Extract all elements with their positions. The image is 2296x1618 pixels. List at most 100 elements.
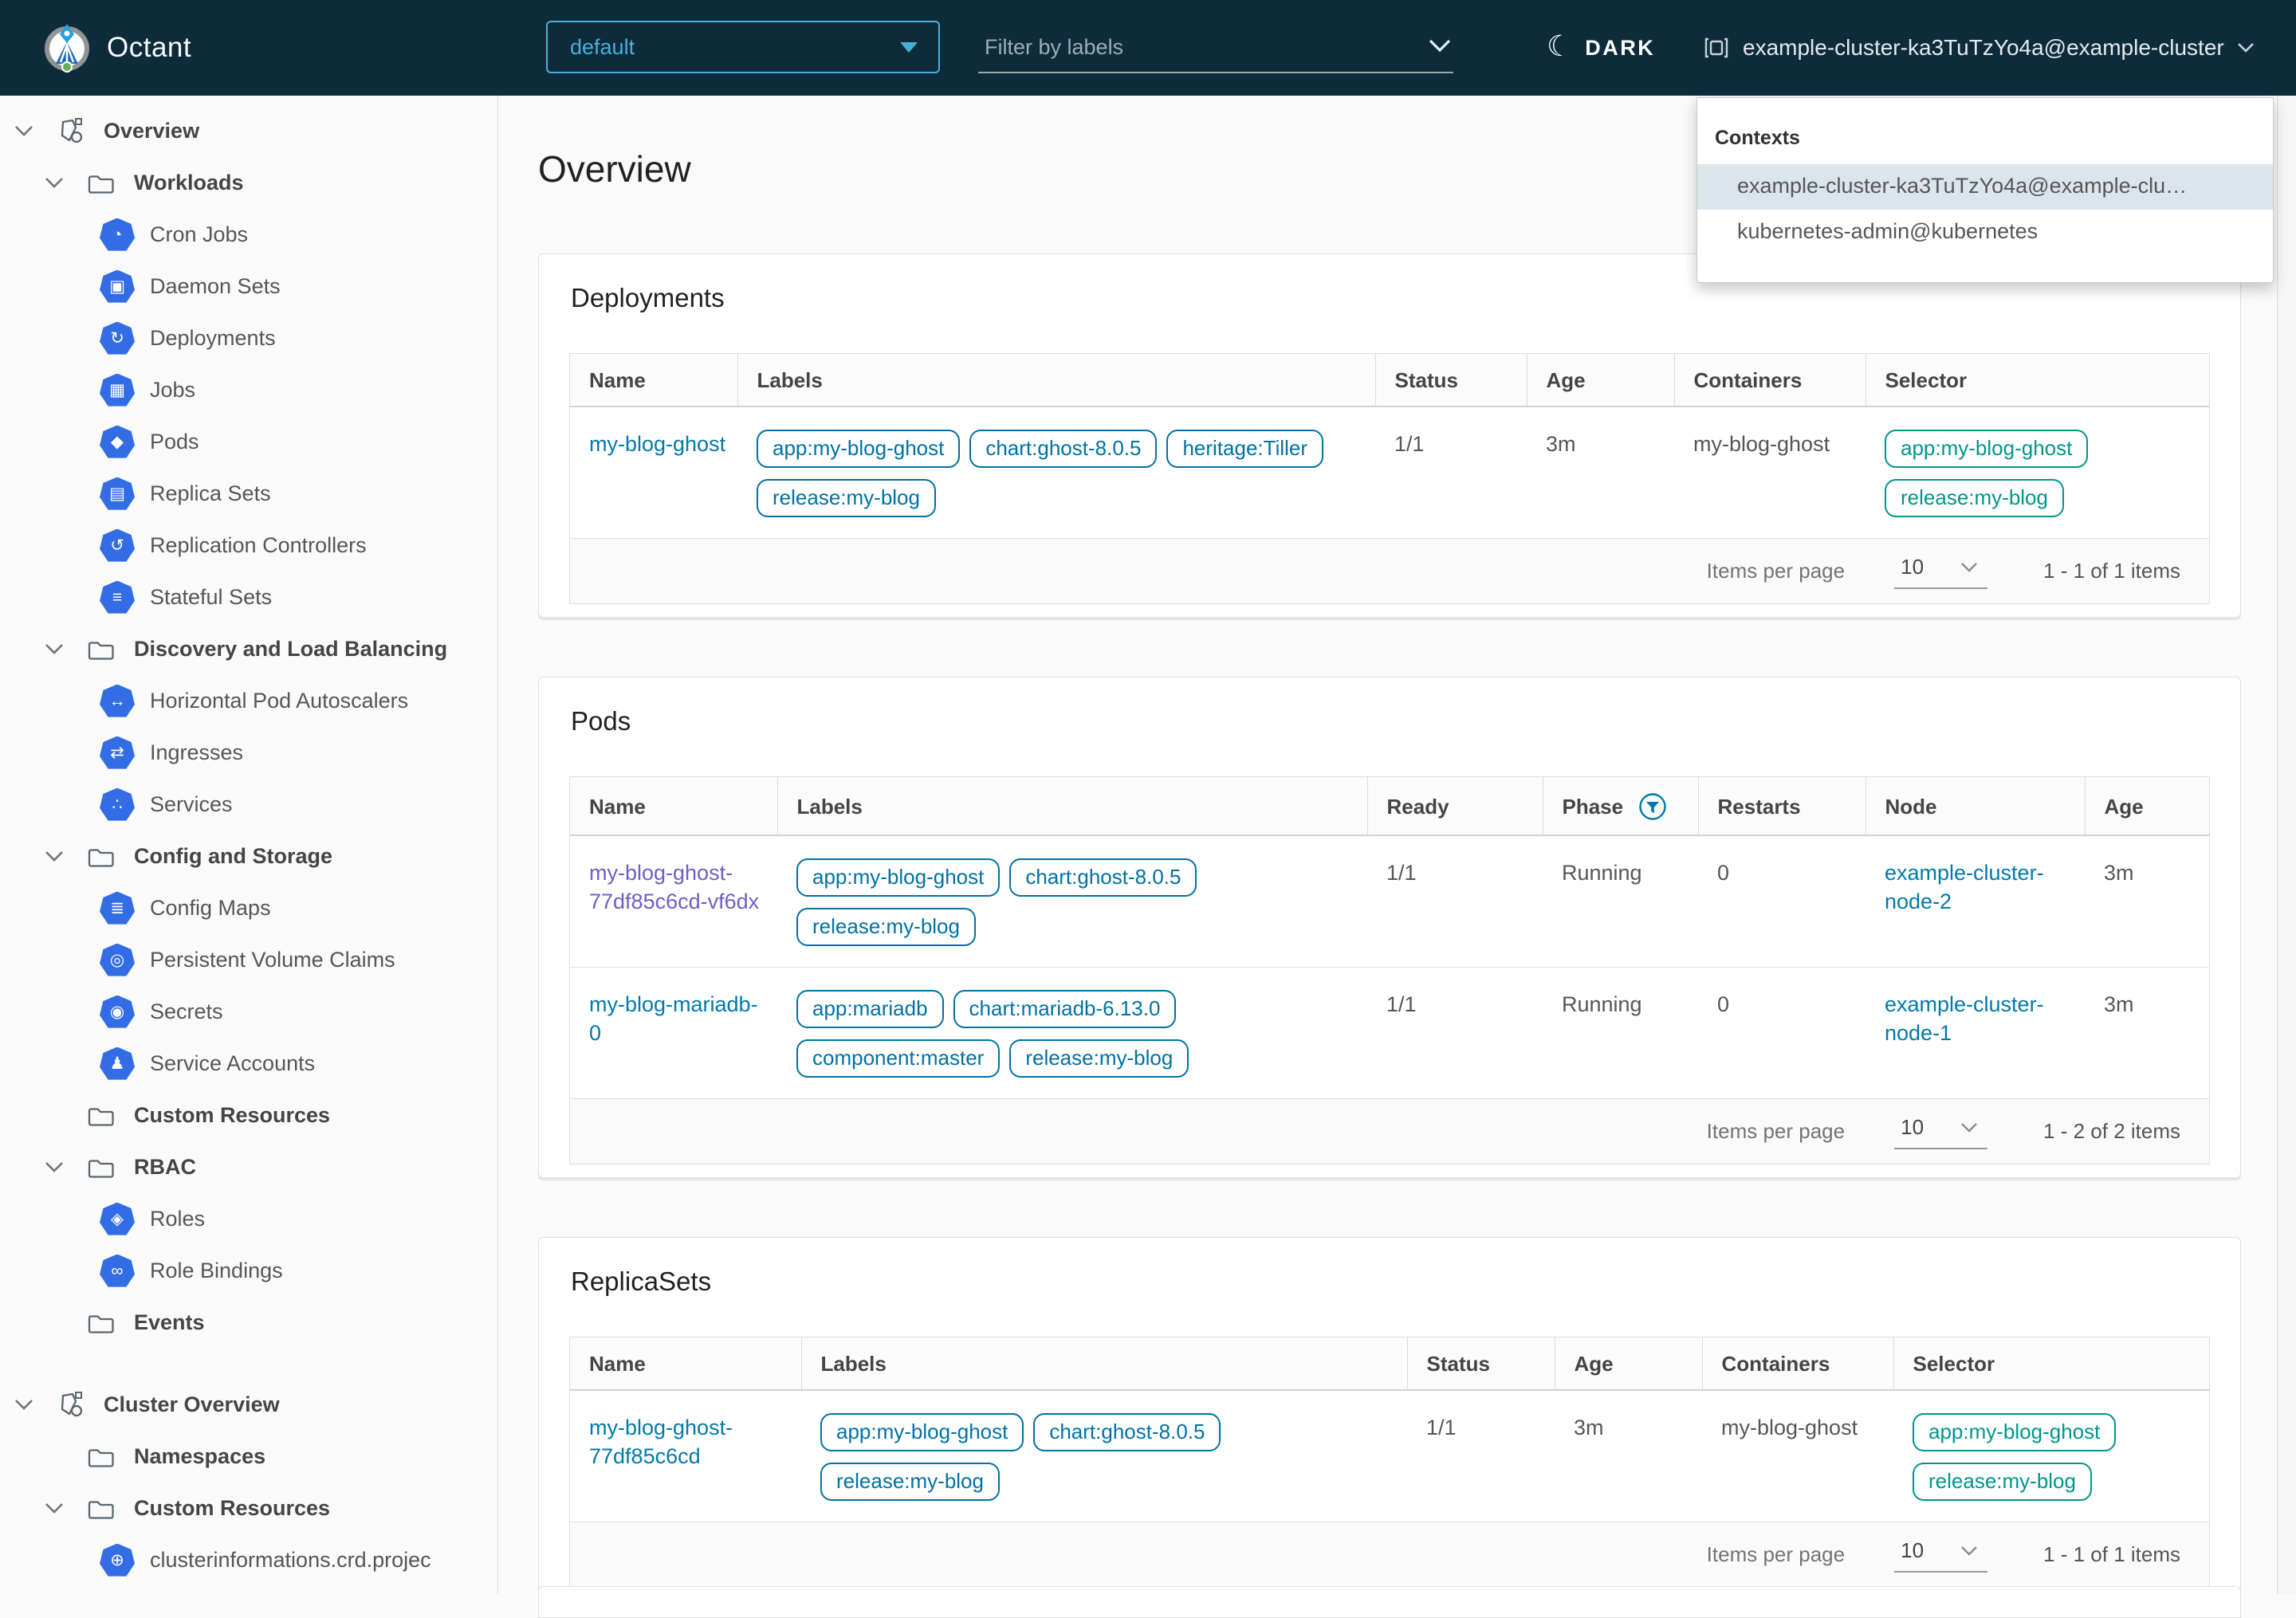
label-tag[interactable]: release:my-blog bbox=[1009, 1039, 1189, 1078]
pod-icon: ◆ bbox=[100, 426, 135, 459]
sidebar-item-workloads[interactable]: Workloads bbox=[0, 157, 497, 209]
selector-list: app:my-blog-ghost release:my-blog bbox=[1885, 430, 2198, 517]
sidebar-item-daemon-sets[interactable]: ▣Daemon Sets bbox=[0, 261, 497, 312]
chevron-down-icon[interactable] bbox=[45, 643, 64, 655]
octant-logo-icon bbox=[41, 14, 92, 83]
node-link[interactable]: example-cluster-node-2 bbox=[1885, 861, 2044, 913]
sidebar-item-label: Cluster Overview bbox=[104, 1392, 280, 1417]
labels-list: app:my-blog-ghostchart:ghost-8.0.5 releas… bbox=[796, 858, 1356, 946]
sidebar-item-services[interactable]: ∴Services bbox=[0, 779, 497, 831]
chevron-down-icon[interactable] bbox=[1428, 38, 1452, 53]
sidebar-item-horizontal-pod-autoscalers[interactable]: ↔Horizontal Pod Autoscalers bbox=[0, 675, 497, 727]
sidebar-item-label: Replication Controllers bbox=[150, 533, 367, 558]
chevron-down-icon[interactable] bbox=[14, 125, 33, 137]
dropdown-triangle-icon bbox=[900, 42, 918, 53]
sidebar-item-label: Namespaces bbox=[134, 1444, 265, 1469]
label-tag[interactable]: chart:ghost-8.0.5 bbox=[1009, 858, 1197, 897]
label-tag[interactable]: app:my-blog-ghost bbox=[820, 1413, 1024, 1451]
label-tag[interactable]: chart:ghost-8.0.5 bbox=[969, 430, 1157, 468]
sidebar-item-custom-resources[interactable]: Custom Resources bbox=[0, 1483, 497, 1534]
label-tag[interactable]: app:my-blog-ghost bbox=[757, 430, 960, 468]
resource-link[interactable]: my-blog-ghost bbox=[589, 432, 725, 456]
label-tag[interactable]: release:my-blog bbox=[796, 908, 976, 946]
label-tag[interactable]: chart:mariadb-6.13.0 bbox=[953, 990, 1177, 1028]
context-selector[interactable]: example-cluster-ka3TuTzYo4a@example-clus… bbox=[1703, 0, 2255, 96]
sidebar-item-clusterinformations-crd-projec[interactable]: ⊕clusterinformations.crd.projec bbox=[0, 1534, 497, 1586]
page-size-select[interactable]: 10 bbox=[1894, 553, 1987, 589]
page-size-select[interactable]: 10 bbox=[1894, 1537, 1987, 1573]
sidebar-item-label: Config and Storage bbox=[134, 844, 332, 869]
label-tag[interactable]: heritage:Tiller bbox=[1166, 430, 1323, 468]
context-option[interactable]: example-cluster-ka3TuTzYo4a@example-clu… bbox=[1697, 164, 2273, 210]
replicationcontroller-icon: ↺ bbox=[100, 529, 135, 563]
chevron-down-icon[interactable] bbox=[45, 850, 64, 862]
sidebar-item-overview[interactable]: Overview bbox=[0, 105, 497, 157]
pagination-footer: Items per page101 - 1 of 1 items bbox=[570, 538, 2209, 603]
sidebar-item-label: Custom Resources bbox=[134, 1103, 330, 1128]
sidebar-item-config-maps[interactable]: ≣Config Maps bbox=[0, 882, 497, 934]
selector-tag[interactable]: app:my-blog-ghost bbox=[1913, 1413, 2116, 1451]
node-link[interactable]: example-cluster-node-1 bbox=[1885, 992, 2044, 1045]
theme-toggle[interactable]: ☾ DARK bbox=[1547, 0, 1655, 96]
sidebar-item-config-and-storage[interactable]: Config and Storage bbox=[0, 831, 497, 882]
sidebar-item-secrets[interactable]: ◉Secrets bbox=[0, 986, 497, 1038]
chevron-down-icon[interactable] bbox=[14, 1399, 33, 1411]
sidebar-item-label: Cron Jobs bbox=[150, 222, 248, 247]
selector-tag[interactable]: release:my-blog bbox=[1885, 479, 2064, 517]
sidebar-item-ingresses[interactable]: ⇄Ingresses bbox=[0, 727, 497, 779]
sidebar-item-csidrivers-csi-storage-k8s-io[interactable]: ⊕csidrivers.csi.storage.k8s.io bbox=[0, 1586, 497, 1594]
sidebar-item-persistent-volume-claims[interactable]: ◎Persistent Volume Claims bbox=[0, 934, 497, 986]
cell-labels: app:my-blog-ghostchart:ghost-8.0.5herita… bbox=[737, 406, 1375, 538]
sidebar-item-pods[interactable]: ◆Pods bbox=[0, 416, 497, 468]
sidebar-item-cluster-overview[interactable]: Cluster Overview bbox=[0, 1379, 497, 1431]
sidebar-item-replica-sets[interactable]: ▤Replica Sets bbox=[0, 468, 497, 520]
sidebar-item-stateful-sets[interactable]: ≡Stateful Sets bbox=[0, 571, 497, 623]
namespace-select[interactable]: default bbox=[546, 21, 940, 73]
sidebar-item-jobs[interactable]: ▦Jobs bbox=[0, 364, 497, 416]
chevron-down-icon[interactable] bbox=[45, 177, 64, 189]
sidebar-item-discovery-and-load-balancing[interactable]: Discovery and Load Balancing bbox=[0, 623, 497, 675]
page-size-value: 10 bbox=[1901, 555, 1924, 579]
column-header-containers: Containers bbox=[1674, 354, 1866, 406]
sidebar-item-rbac[interactable]: RBAC bbox=[0, 1141, 497, 1193]
label-tag[interactable]: release:my-blog bbox=[820, 1463, 1000, 1501]
resource-link[interactable]: my-blog-mariadb-0 bbox=[589, 992, 758, 1045]
selector-tag[interactable]: app:my-blog-ghost bbox=[1885, 430, 2088, 468]
page-size-value: 10 bbox=[1901, 1115, 1924, 1140]
sidebar-item-deployments[interactable]: ↻Deployments bbox=[0, 312, 497, 364]
phase-filter-icon[interactable] bbox=[1637, 791, 1668, 822]
resource-link[interactable]: my-blog-ghost-77df85c6cd bbox=[589, 1416, 733, 1468]
chevron-down-icon[interactable] bbox=[45, 1502, 64, 1514]
sidebar-item-custom-resources[interactable]: Custom Resources bbox=[0, 1090, 497, 1141]
sidebar-item-events[interactable]: Events bbox=[0, 1297, 497, 1349]
sidebar-item-role-bindings[interactable]: ∞Role Bindings bbox=[0, 1245, 497, 1297]
sidebar-item-cron-jobs[interactable]: ◔Cron Jobs bbox=[0, 209, 497, 261]
selector-tag[interactable]: release:my-blog bbox=[1913, 1463, 2092, 1501]
label-tag[interactable]: app:mariadb bbox=[796, 990, 944, 1028]
chevron-down-icon[interactable] bbox=[45, 1161, 64, 1173]
label-tag[interactable]: component:master bbox=[796, 1039, 1000, 1078]
sidebar-item-roles[interactable]: ◈Roles bbox=[0, 1193, 497, 1245]
column-header-label: Name bbox=[589, 368, 646, 393]
column-header-restarts: Restarts bbox=[1698, 777, 1866, 835]
label-tag[interactable]: app:my-blog-ghost bbox=[796, 858, 1000, 897]
label-filter-placeholder: Filter by labels bbox=[985, 35, 1123, 60]
label-filter-input[interactable]: Filter by labels bbox=[978, 24, 1453, 73]
label-tag[interactable]: release:my-blog bbox=[757, 479, 936, 517]
resource-link[interactable]: my-blog-ghost-77df85c6cd-vf6dx bbox=[589, 861, 759, 913]
cell-value: 0 bbox=[1717, 992, 1729, 1016]
cell-value: 3m bbox=[1546, 432, 1576, 456]
sidebar-item-service-accounts[interactable]: ♟Service Accounts bbox=[0, 1038, 497, 1090]
sidebar-item-label: Ingresses bbox=[150, 740, 243, 765]
scrollbar-gutter[interactable] bbox=[2277, 96, 2296, 1594]
sidebar-item-namespaces[interactable]: Namespaces bbox=[0, 1431, 497, 1483]
column-header-label: Labels bbox=[797, 795, 863, 819]
page-size-select[interactable]: 10 bbox=[1894, 1113, 1987, 1149]
label-tag[interactable]: chart:ghost-8.0.5 bbox=[1033, 1413, 1221, 1451]
column-header-status: Status bbox=[1407, 1337, 1555, 1390]
sidebar-item-label: Discovery and Load Balancing bbox=[134, 637, 447, 662]
context-option[interactable]: kubernetes-admin@kubernetes bbox=[1697, 210, 2273, 255]
cluster-icon bbox=[1703, 34, 1730, 61]
card-title: Pods bbox=[571, 706, 2208, 736]
sidebar-item-replication-controllers[interactable]: ↺ Replication Controllers bbox=[0, 520, 497, 571]
